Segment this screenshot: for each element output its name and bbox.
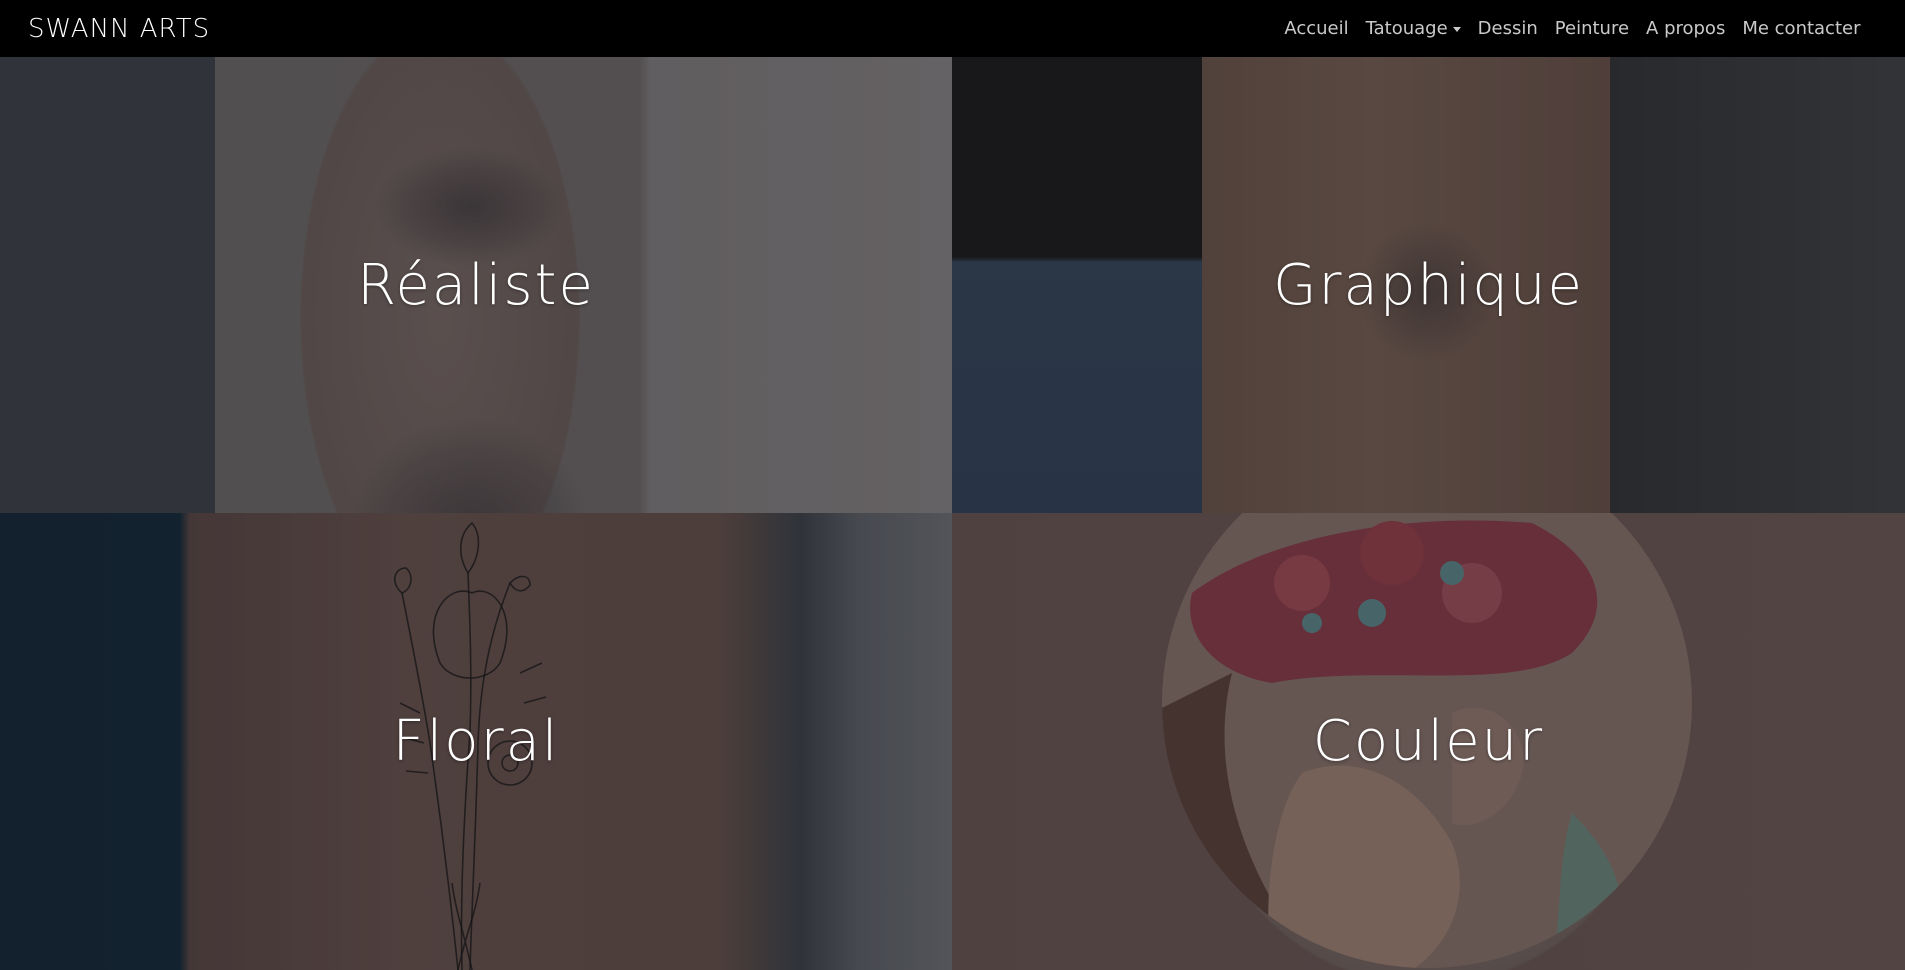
tile-title-graphique: Graphique <box>1273 252 1584 318</box>
tile-title-floral: Floral <box>392 709 560 774</box>
nav-item-a-propos[interactable]: A propos <box>1638 18 1734 39</box>
nav-menu: Accueil Tatouage Dessin Peinture A propo… <box>1276 18 1869 39</box>
nav-item-tatouage-dropdown[interactable]: Tatouage <box>1357 18 1469 39</box>
nav-item-accueil[interactable]: Accueil <box>1276 18 1357 39</box>
nav-item-tatouage-label: Tatouage <box>1365 18 1448 39</box>
brand-logo-link[interactable]: SWANN ARTS <box>28 14 210 44</box>
tile-title-realiste: Réaliste <box>357 252 595 318</box>
tile-title-couleur: Couleur <box>1312 709 1545 774</box>
category-grid: Réaliste Graphique Floral Couleur <box>0 57 1905 970</box>
nav-item-me-contacter[interactable]: Me contacter <box>1734 18 1869 39</box>
tile-graphique[interactable]: Graphique <box>952 57 1905 513</box>
nav-item-dessin[interactable]: Dessin <box>1469 18 1546 39</box>
tile-couleur[interactable]: Couleur <box>952 513 1905 970</box>
tile-floral[interactable]: Floral <box>0 513 952 970</box>
nav-item-peinture[interactable]: Peinture <box>1546 18 1637 39</box>
top-navbar: SWANN ARTS Accueil Tatouage Dessin Peint… <box>0 0 1905 57</box>
tile-realiste[interactable]: Réaliste <box>0 57 952 513</box>
caret-down-icon <box>1452 27 1461 32</box>
